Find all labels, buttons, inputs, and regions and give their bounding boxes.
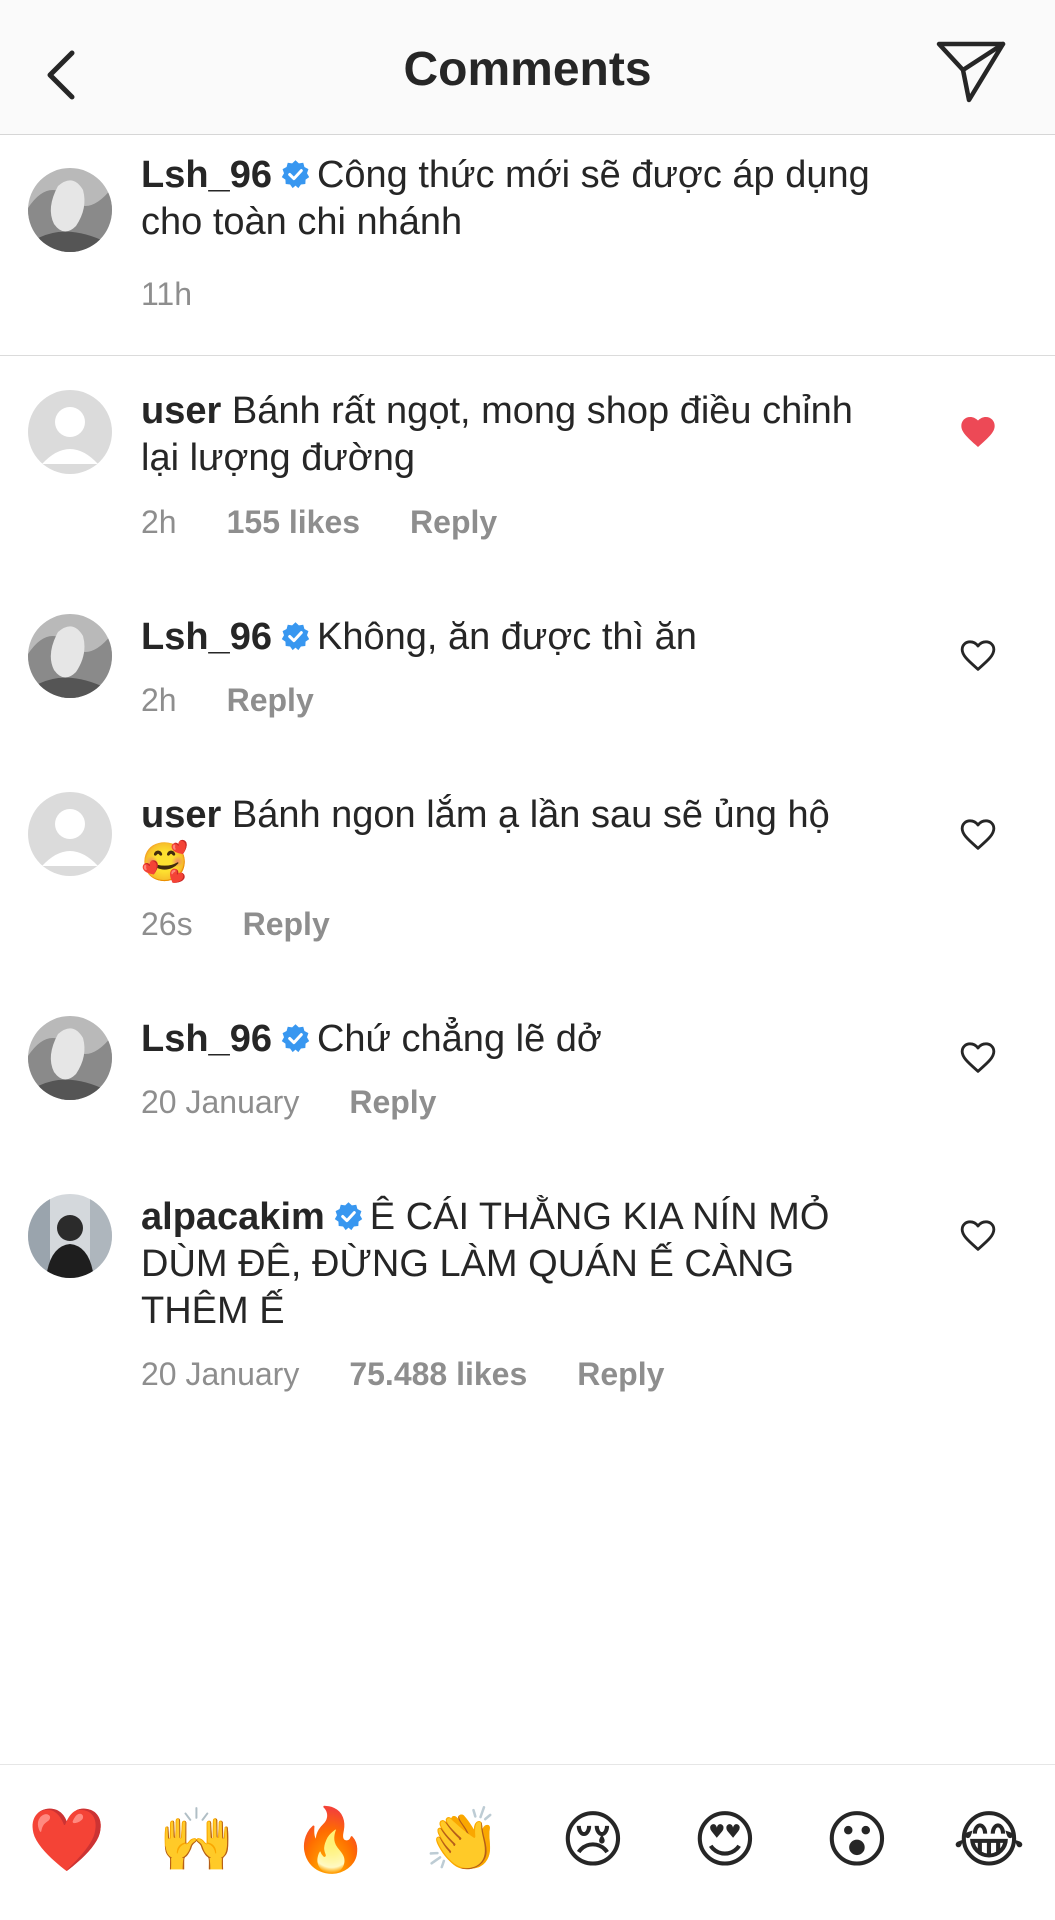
timestamp: 20 January <box>141 1084 300 1120</box>
timestamp: 2h <box>141 682 177 718</box>
likes-count[interactable]: 155 likes <box>227 504 360 540</box>
caption-meta: 11h <box>141 276 242 313</box>
comment-body: user Bánh rất ngọt, mong shop điều chỉnh… <box>141 388 901 482</box>
clapping-hands-emoji-button[interactable]: 👏 <box>424 1803 501 1877</box>
heart-eyes-emoji-button[interactable]: 😍 <box>688 1803 762 1877</box>
avatar[interactable] <box>28 390 112 474</box>
timestamp: 26s <box>141 906 193 942</box>
timestamp: 11h <box>141 276 193 312</box>
heart-outline-icon[interactable] <box>958 1038 998 1078</box>
comment-meta: 2h Reply <box>141 682 364 719</box>
default-avatar-icon <box>28 390 112 474</box>
avatar[interactable] <box>28 614 112 698</box>
surprised-face-emoji-button[interactable]: 😮 <box>820 1803 894 1877</box>
comment-text: Bánh ngon lắm ạ lần sau sẽ ủng hộ <box>231 794 830 836</box>
comment-body: alpacakim Ê CÁI THẰNG KIA NÍN MỎ DÙM ĐÊ, … <box>141 1194 901 1335</box>
caption-body: Lsh_96 Công thức mới sẽ được áp dụng cho … <box>141 152 901 246</box>
heart-filled-icon[interactable] <box>958 412 998 452</box>
reply-button[interactable]: Reply <box>243 906 330 942</box>
comment-body: user Bánh ngon lắm ạ lần sau sẽ ủng hộ 🥰 <box>141 792 901 887</box>
red-heart-emoji-button[interactable]: ❤️ <box>28 1803 105 1877</box>
comment-text: Chứ chẳng lẽ dở <box>316 1018 602 1060</box>
comment-body: Lsh_96 Chứ chẳng lẽ dở <box>141 1016 901 1063</box>
avatar-photo <box>28 168 112 252</box>
likes-count[interactable]: 75.488 likes <box>349 1356 527 1392</box>
header-bar: Comments <box>0 0 1055 135</box>
username[interactable]: user <box>141 390 221 432</box>
timestamp: 2h <box>141 504 177 540</box>
avatar[interactable] <box>28 792 112 876</box>
avatar-photo <box>28 614 112 698</box>
avatar-photo <box>28 1194 112 1278</box>
username[interactable]: Lsh_96 <box>141 616 272 658</box>
default-avatar-icon <box>28 792 112 876</box>
verified-badge-icon <box>281 160 310 189</box>
timestamp: 20 January <box>141 1356 300 1392</box>
verified-badge-icon <box>334 1202 362 1231</box>
username[interactable]: Lsh_96 <box>141 1018 272 1060</box>
avatar[interactable] <box>28 1016 112 1100</box>
crying-face-emoji-button[interactable]: 😢 <box>556 1803 630 1877</box>
reply-button[interactable]: Reply <box>227 682 314 718</box>
reply-button[interactable]: Reply <box>349 1084 436 1120</box>
comment-text: Không, ăn được thì ăn <box>316 616 697 658</box>
caption: Lsh_96 Công thức mới sẽ được áp dụng cho … <box>0 136 1055 356</box>
verified-badge-icon <box>281 1024 310 1053</box>
avatar-photo <box>28 1016 112 1100</box>
comment-meta: 20 January Reply <box>141 1084 486 1121</box>
avatar[interactable] <box>28 168 112 252</box>
comment-meta: 26s Reply <box>141 906 380 943</box>
heart-outline-icon[interactable] <box>958 636 998 676</box>
send-icon[interactable] <box>935 38 1007 104</box>
reply-button[interactable]: Reply <box>577 1356 664 1392</box>
comment-body: Lsh_96 Không, ăn được thì ăn <box>141 614 901 661</box>
tears-of-joy-emoji-button[interactable]: 😂 <box>952 1803 1026 1877</box>
verified-badge-icon <box>281 622 310 651</box>
raising-hands-emoji-button[interactable]: 🙌 <box>158 1803 235 1877</box>
fire-emoji-button[interactable]: 🔥 <box>292 1803 369 1877</box>
comment-text: Bánh rất ngọt, mong shop điều chỉnh lại … <box>141 390 853 479</box>
page-title: Comments <box>403 43 652 96</box>
emoji-reaction-bar: ❤️ 🙌 🔥 👏 😢 😍 😮 😂 <box>0 1764 1055 1920</box>
heart-outline-icon[interactable] <box>958 1216 998 1256</box>
username[interactable]: Lsh_96 <box>141 154 272 196</box>
username[interactable]: alpacakim <box>141 1196 325 1238</box>
heart-outline-icon[interactable] <box>958 815 998 855</box>
comment-meta: 2h 155 likes Reply <box>141 504 547 541</box>
avatar[interactable] <box>28 1194 112 1278</box>
reply-button[interactable]: Reply <box>410 504 497 540</box>
smiling-face-with-hearts-icon: 🥰 <box>141 840 189 884</box>
comment-meta: 20 January 75.488 likes Reply <box>141 1356 714 1393</box>
username[interactable]: user <box>141 794 221 836</box>
